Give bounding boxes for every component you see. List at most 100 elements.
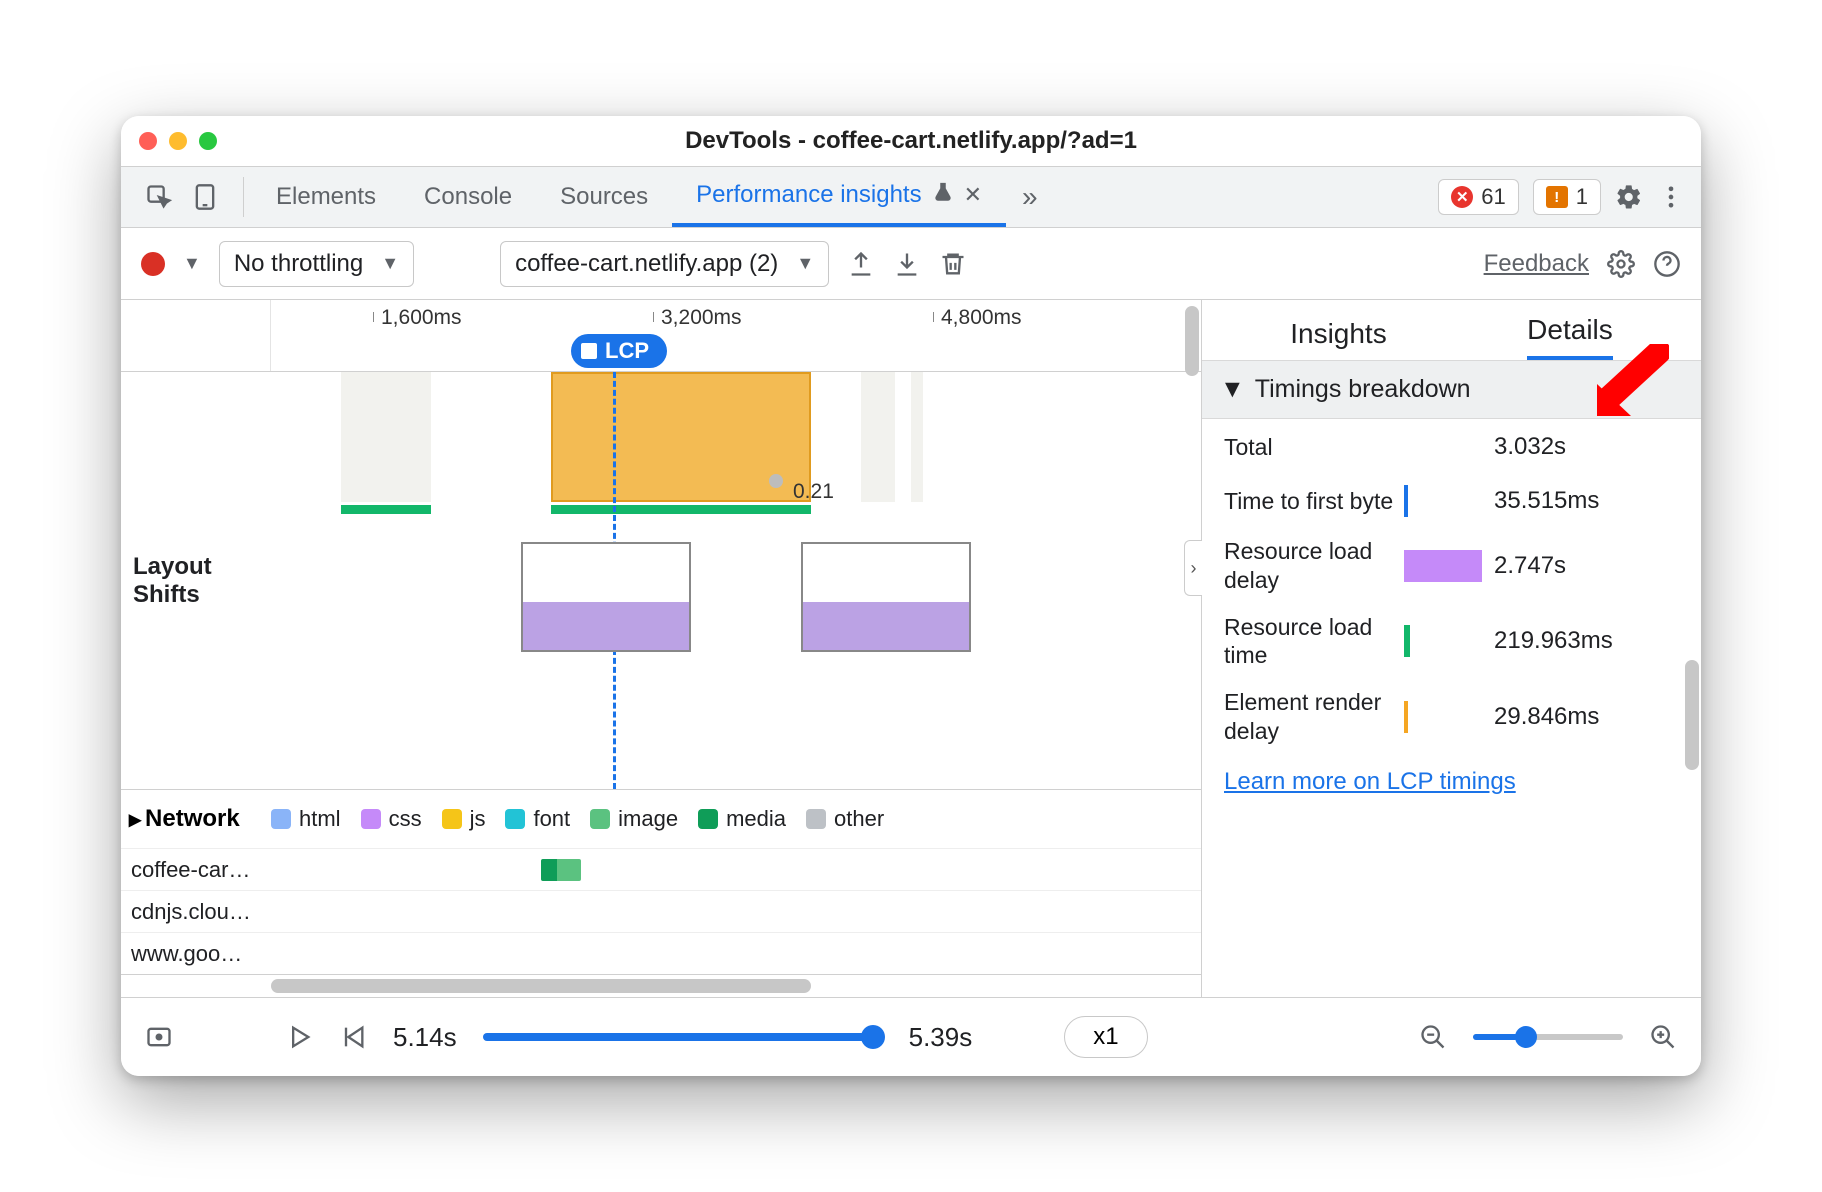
flask-icon [932, 181, 954, 210]
ruler-tick: 1,600ms [381, 306, 462, 330]
network-legend: htmlcssjsfontimagemediaother [271, 806, 884, 832]
tab-performance-insights[interactable]: Performance insights✕ [672, 167, 1006, 227]
network-row-name: coffee-car… [121, 857, 271, 883]
screenshot-thumbnail[interactable] [521, 542, 691, 652]
chevron-down-icon: ▼ [1220, 375, 1245, 404]
current-time: 5.14s [393, 1022, 457, 1053]
feedback-link[interactable]: Feedback [1484, 250, 1589, 278]
layout-shifts-track[interactable]: 0.21 [271, 372, 1201, 789]
tab-label: Console [424, 183, 512, 211]
zoom-slider[interactable] [1473, 1034, 1623, 1040]
legend-swatch [505, 809, 525, 829]
request-bar[interactable] [541, 859, 581, 881]
vertical-scrollbar[interactable] [1183, 300, 1201, 997]
shift-block[interactable] [911, 372, 923, 502]
learn-more-link[interactable]: Learn more on LCP timings [1224, 768, 1516, 795]
legend-item-media: media [698, 806, 786, 832]
legend-label: font [533, 806, 570, 832]
metric-row: Element render delay 29.846ms [1224, 688, 1679, 746]
warning-icon: ! [1546, 186, 1568, 208]
metric-bar [1404, 623, 1494, 659]
legend-label: media [726, 806, 786, 832]
panel-tab-insights[interactable]: Insights [1290, 318, 1387, 360]
ruler-tick: 3,200ms [661, 306, 742, 330]
legend-label: js [470, 806, 486, 832]
shift-block[interactable] [341, 372, 431, 502]
help-icon[interactable] [1653, 250, 1681, 278]
metric-row: Time to first byte35.515ms [1224, 483, 1679, 519]
cls-marker[interactable] [769, 474, 783, 488]
metric-value: 29.846ms [1494, 703, 1599, 731]
export-icon[interactable] [847, 250, 875, 278]
network-toggle[interactable]: ▸ Network [121, 805, 271, 834]
zoom-out-icon[interactable] [1419, 1023, 1447, 1051]
cls-value: 0.21 [793, 480, 834, 504]
metric-label: Total [1224, 433, 1404, 462]
network-row[interactable]: www.goo… [121, 932, 1201, 974]
metric-row: Resource load time219.963ms [1224, 613, 1679, 671]
timeline-ruler[interactable]: LCP 1,600ms 3,200ms 4,800ms [121, 300, 1201, 372]
lcp-marker[interactable]: LCP [571, 334, 667, 368]
import-icon[interactable] [893, 250, 921, 278]
legend-item-js: js [442, 806, 486, 832]
timeline-scrubber[interactable] [483, 1033, 883, 1041]
play-button[interactable] [285, 1023, 313, 1051]
target-value: coffee-cart.netlify.app (2) [515, 250, 778, 278]
devtools-window: DevTools - coffee-cart.netlify.app/?ad=1… [121, 116, 1701, 1076]
network-row[interactable]: cdnjs.clou… [121, 890, 1201, 932]
close-window-button[interactable] [139, 132, 157, 150]
horizontal-scrollbar[interactable] [121, 975, 1201, 997]
device-toolbar-icon[interactable] [191, 183, 219, 211]
error-icon: ✕ [1451, 186, 1473, 208]
timings-breakdown-header[interactable]: ▼ Timings breakdown [1202, 360, 1701, 419]
metric-bar [1404, 483, 1494, 519]
network-section: ▸ Network htmlcssjsfontimagemediaother c… [121, 790, 1201, 975]
tab-sources[interactable]: Sources [536, 167, 672, 227]
tab-console[interactable]: Console [400, 167, 536, 227]
record-button[interactable] [141, 252, 165, 276]
zoom-in-icon[interactable] [1649, 1023, 1677, 1051]
record-options-caret[interactable]: ▼ [183, 253, 201, 274]
caret-down-icon: ▼ [796, 253, 814, 274]
errors-badge[interactable]: ✕ 61 [1438, 179, 1518, 215]
tab-elements[interactable]: Elements [252, 167, 400, 227]
minimize-window-button[interactable] [169, 132, 187, 150]
metric-label: Element render delay [1224, 688, 1404, 746]
network-row[interactable]: coffee-car… [121, 848, 1201, 890]
collapse-panel-button[interactable]: › [1184, 540, 1202, 596]
panel-tab-details[interactable]: Details [1527, 314, 1613, 360]
metric-bar [1404, 548, 1494, 584]
delete-icon[interactable] [939, 250, 967, 278]
more-tabs-button[interactable]: » [1006, 167, 1054, 227]
ruler-tick: 4,800ms [941, 306, 1022, 330]
kebab-menu-icon[interactable] [1657, 183, 1685, 211]
playback-speed[interactable]: x1 [1064, 1016, 1147, 1058]
stop-square-icon [581, 343, 597, 359]
legend-swatch [590, 809, 610, 829]
settings-icon[interactable] [1615, 183, 1643, 211]
window-title: DevTools - coffee-cart.netlify.app/?ad=1 [121, 127, 1701, 155]
caret-down-icon: ▼ [381, 253, 399, 274]
window-controls [139, 132, 217, 150]
legend-item-image: image [590, 806, 678, 832]
throttling-select[interactable]: No throttling ▼ [219, 241, 414, 287]
main-area: LCP 1,600ms3,200ms4,800ms Layout Shifts … [121, 300, 1701, 998]
shift-block[interactable] [861, 372, 895, 502]
section-title: Timings breakdown [1255, 375, 1471, 404]
metric-row: Resource load delay2.747s [1224, 537, 1679, 595]
screenshot-thumbnail[interactable] [801, 542, 971, 652]
warnings-badge[interactable]: ! 1 [1533, 179, 1601, 215]
panel-settings-icon[interactable] [1607, 250, 1635, 278]
vertical-scrollbar[interactable] [1683, 300, 1701, 997]
target-select[interactable]: coffee-cart.netlify.app (2) ▼ [500, 241, 829, 287]
rewind-button[interactable] [339, 1023, 367, 1051]
inspect-element-icon[interactable] [145, 183, 173, 211]
chevron-right-icon: ▸ [129, 805, 141, 834]
layout-shifts-label: Layout Shifts [121, 372, 271, 789]
legend-label: css [389, 806, 422, 832]
metric-value: 3.032s [1494, 433, 1566, 461]
maximize-window-button[interactable] [199, 132, 217, 150]
network-label: Network [145, 805, 240, 833]
preview-toggle-icon[interactable] [145, 1023, 173, 1051]
close-tab-icon[interactable]: ✕ [964, 182, 982, 208]
